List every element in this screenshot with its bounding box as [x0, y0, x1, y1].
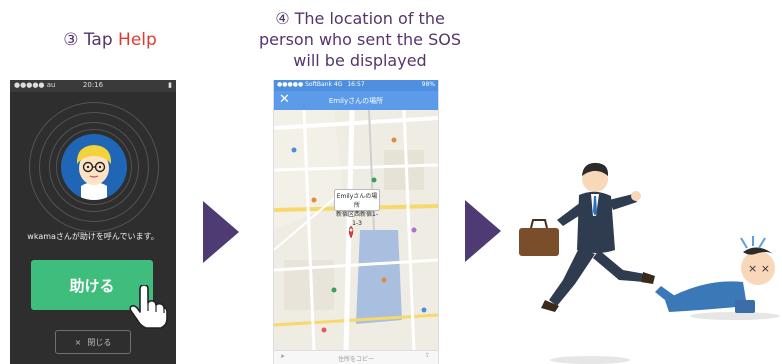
step4-line3: will be displayed — [293, 51, 427, 70]
close-button[interactable]: × 閉じる — [55, 330, 131, 354]
nav-bar: ✕ Emilyさんの場所 — [274, 91, 438, 110]
location-callout: Emilyさんの場所 新宿区西新宿1-1-3 — [334, 189, 380, 227]
avatar-face-icon — [76, 145, 112, 200]
help-screen-phone: ●●●●● au 20:16 ▮ wkamaさんが助けを呼んでいます。 助ける … — [10, 80, 176, 364]
fallen-person-icon: × × — [655, 236, 780, 320]
time-text: 16:57 — [347, 81, 365, 88]
step4-caption: ④ The location of the person who sent th… — [230, 8, 490, 71]
location-map[interactable] — [274, 110, 438, 350]
time-text: 20:16 — [82, 81, 104, 89]
copy-address-button[interactable]: 住所をコピー — [274, 354, 438, 363]
battery-icon: ▮ — [168, 81, 172, 89]
step4-line2: person who sent the SOS — [259, 30, 461, 49]
step3-prefix: ③ Tap — [63, 30, 119, 50]
callout-title: Emilyさんの場所 — [336, 193, 378, 209]
status-bar: ●●●●● au 20:16 ▮ — [10, 80, 176, 92]
map-screen-phone: ●●●●● SoftBank 4G 16:57 98% ✕ Emilyさんの場所 — [273, 80, 439, 364]
nav-title: Emilyさんの場所 — [328, 97, 384, 105]
rescue-illustration: × × — [519, 162, 780, 364]
close-label: 閉じる — [87, 337, 112, 347]
bottom-toolbar: ➤ 住所をコピー ⇪ — [274, 350, 438, 364]
svg-text:× ×: × × — [748, 262, 770, 275]
arrow-right-icon — [203, 201, 239, 263]
status-bar: ●●●●● SoftBank 4G 16:57 98% — [274, 80, 438, 91]
step3-highlight: Help — [118, 30, 157, 50]
share-icon[interactable]: ⇪ — [425, 352, 430, 359]
help-request-message: wkamaさんが助けを呼んでいます。 — [27, 232, 159, 241]
step3-caption: ③ Tap Help — [10, 30, 210, 50]
close-icon: × — [74, 337, 82, 347]
callout-address: 新宿区西新宿1-1-3 — [336, 211, 378, 227]
avatar — [61, 134, 127, 200]
arrow-right-icon — [465, 200, 501, 262]
running-man-icon — [519, 162, 655, 364]
tap-hand-icon — [129, 285, 168, 329]
battery-text: 98% — [421, 81, 435, 88]
step4-line1: ④ The location of the — [275, 9, 445, 28]
